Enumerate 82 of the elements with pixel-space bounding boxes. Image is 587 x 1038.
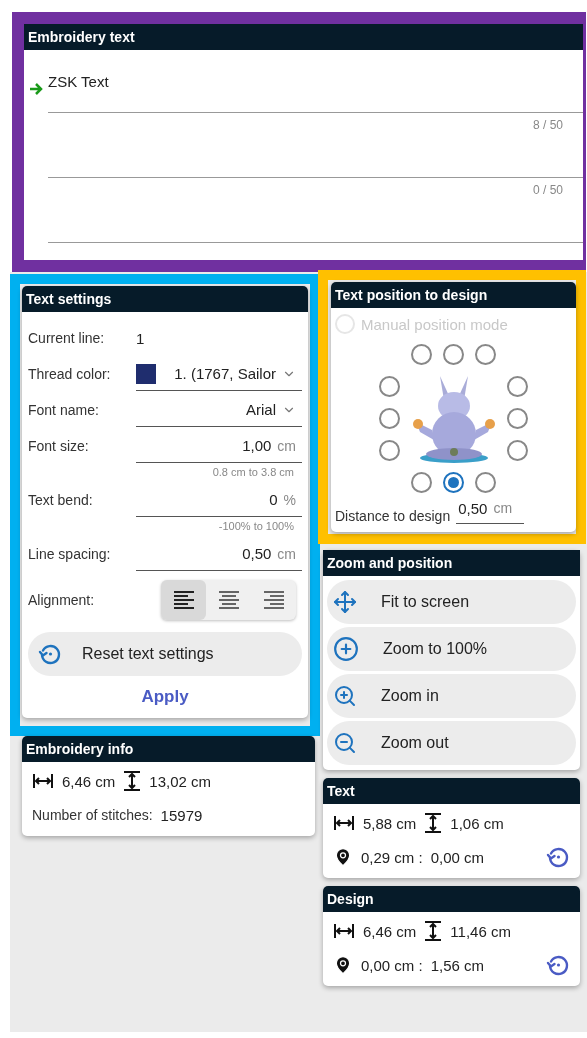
- x-position: 0,29 cm :: [361, 848, 423, 866]
- position-radio[interactable]: [443, 471, 464, 493]
- distance-label: Distance to design: [335, 508, 451, 524]
- field-label: Font size:: [28, 438, 90, 454]
- height-icon: [123, 770, 142, 792]
- panel-header: Zoom and position: [323, 550, 580, 576]
- panel-header: Text position to design: [331, 282, 576, 308]
- plus-circle-icon: [333, 636, 359, 662]
- position-radio[interactable]: [411, 471, 432, 493]
- stitches-label: Number of stitches:: [32, 807, 153, 823]
- position-radio[interactable]: [507, 407, 528, 429]
- number-field[interactable]: 0,50 cm: [136, 537, 302, 571]
- number-field[interactable]: 0 %: [136, 483, 302, 517]
- zoom-button[interactable]: Zoom to 100%: [327, 627, 576, 671]
- font-select[interactable]: Arial: [136, 393, 302, 427]
- zoom-button[interactable]: Zoom out: [327, 721, 576, 765]
- field-label: Font name:: [28, 402, 100, 418]
- move-icon: [333, 590, 357, 614]
- position-radio[interactable]: [411, 343, 432, 365]
- reset-icon: [546, 845, 570, 869]
- thread-color-select[interactable]: 1. (1767, Sailor: [136, 357, 302, 391]
- field-label: Line spacing:: [28, 546, 112, 562]
- apply-button[interactable]: Apply: [135, 686, 195, 708]
- pin-icon: [333, 847, 353, 867]
- unit-label: cm: [277, 545, 296, 562]
- panel-header: Design: [323, 886, 580, 912]
- width-value: 6,46 cm: [62, 772, 116, 790]
- position-radio[interactable]: [379, 439, 400, 461]
- width-value: 5,88 cm: [363, 814, 417, 832]
- position-radio[interactable]: [443, 343, 464, 365]
- width-icon: [333, 923, 355, 939]
- field-label: Alignment:: [28, 592, 96, 608]
- pin-icon: [333, 955, 353, 975]
- position-radio[interactable]: [507, 375, 528, 397]
- range-hint: 0.8 cm to 3.8 cm: [212, 466, 294, 478]
- field-label: Thread color:: [28, 366, 112, 382]
- width-value: 6,46 cm: [363, 922, 417, 940]
- character-counter: 0 / 50: [532, 183, 563, 197]
- x-position: 0,00 cm :: [361, 956, 423, 974]
- zoom-in-icon: [333, 684, 357, 708]
- field-label: Text bend:: [28, 492, 94, 508]
- position-radio[interactable]: [379, 375, 400, 397]
- panel-header: Text: [323, 778, 580, 804]
- zoom-button[interactable]: Zoom in: [327, 674, 576, 718]
- zoom-button[interactable]: Fit to screen: [327, 580, 576, 624]
- unit-label: cm: [277, 437, 296, 454]
- panel-header: Embroidery text: [24, 24, 583, 50]
- reset-settings-button[interactable]: Reset text settings: [28, 632, 302, 676]
- text-line-field[interactable]: ZSK Text: [48, 70, 583, 113]
- stitches-value: 15979: [160, 806, 203, 824]
- current-line-value: 1: [136, 329, 146, 347]
- position-radio[interactable]: [475, 343, 496, 365]
- distance-field[interactable]: 0,50 cm: [456, 500, 525, 524]
- alignment-button[interactable]: [161, 580, 206, 620]
- width-icon: [32, 773, 54, 789]
- align-left-icon: [172, 590, 195, 610]
- reset-icon: [38, 642, 62, 666]
- reset-icon: [546, 953, 570, 977]
- reset-position-button[interactable]: [546, 953, 570, 977]
- height-value: 11,46 cm: [450, 922, 511, 940]
- height-value: 13,02 cm: [149, 772, 212, 790]
- position-radio[interactable]: [379, 407, 400, 429]
- y-position: 0,00 cm: [430, 848, 485, 866]
- height-icon: [424, 812, 443, 834]
- position-radio[interactable]: [475, 471, 496, 493]
- width-icon: [333, 815, 355, 831]
- panel-header: Text settings: [22, 286, 308, 312]
- height-value: 1,06 cm: [450, 814, 504, 832]
- character-counter: 8 / 50: [532, 118, 563, 132]
- number-field[interactable]: 1,00 cm: [136, 429, 302, 463]
- zoom-out-icon: [333, 731, 357, 755]
- unit-label: %: [283, 491, 296, 508]
- range-hint: -100% to 100%: [218, 520, 294, 532]
- panel-header: Embroidery info: [22, 736, 315, 762]
- y-position: 1,56 cm: [430, 956, 485, 974]
- field-label: Current line:: [28, 330, 106, 346]
- align-center-icon: [217, 590, 240, 610]
- position-radio[interactable]: [507, 439, 528, 461]
- unit-label: cm: [493, 500, 513, 517]
- height-icon: [424, 920, 443, 942]
- align-right-icon: [262, 590, 285, 610]
- reset-position-button[interactable]: [546, 845, 570, 869]
